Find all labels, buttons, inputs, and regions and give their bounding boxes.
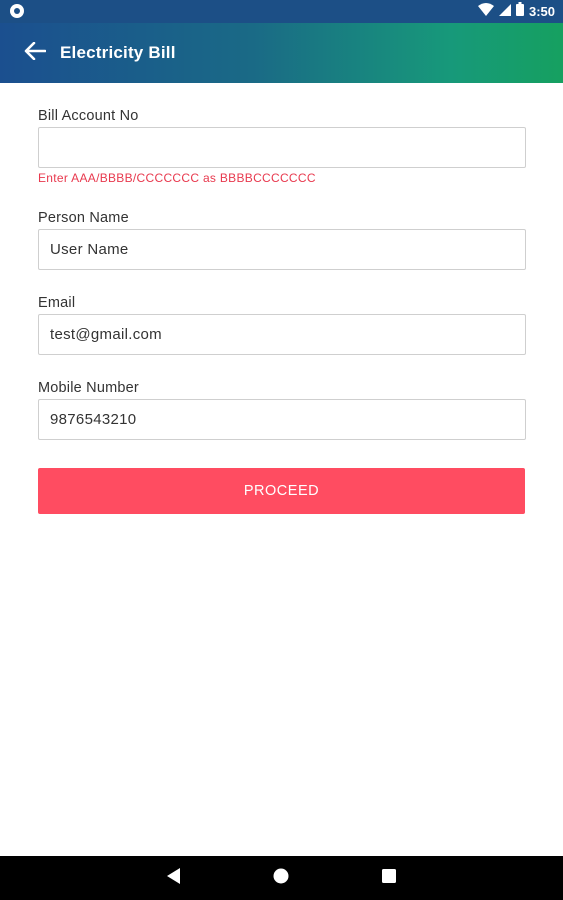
wifi-icon <box>477 2 494 21</box>
status-bar: 3:50 <box>0 0 563 23</box>
battery-icon <box>515 2 524 21</box>
home-circle-icon <box>273 868 289 889</box>
back-triangle-icon <box>166 867 181 889</box>
bill-account-group: Bill Account No Enter AAA/BBBB/CCCCCCC a… <box>38 108 526 185</box>
email-field[interactable] <box>38 314 526 355</box>
page-title: Electricity Bill <box>60 43 176 62</box>
nav-recents-button[interactable] <box>369 858 409 898</box>
arrow-left-icon <box>24 41 47 65</box>
email-label: Email <box>38 295 76 311</box>
bill-account-hint: Enter AAA/BBBB/CCCCCCC as BBBBCCCCCCC <box>38 171 316 185</box>
status-time: 3:50 <box>528 4 555 19</box>
app-bar: Electricity Bill <box>0 23 563 83</box>
person-name-group: Person Name <box>38 210 526 270</box>
bill-form: Bill Account No Enter AAA/BBBB/CCCCCCC a… <box>38 108 526 440</box>
person-name-input[interactable] <box>38 229 526 270</box>
system-nav-bar <box>0 856 563 900</box>
bill-account-label: Bill Account No <box>38 108 139 124</box>
signal-icon <box>498 3 511 21</box>
recents-square-icon <box>382 868 397 888</box>
person-name-label: Person Name <box>38 210 129 226</box>
notification-dot-icon <box>10 4 24 18</box>
mobile-group: Mobile Number <box>38 380 526 440</box>
proceed-button[interactable]: PROCEED <box>38 468 525 514</box>
mobile-label: Mobile Number <box>38 380 139 396</box>
bill-account-input[interactable] <box>38 127 526 168</box>
status-icons: 3:50 <box>477 0 555 23</box>
back-button[interactable] <box>10 23 60 83</box>
nav-back-button[interactable] <box>154 858 194 898</box>
email-group: Email <box>38 295 526 355</box>
mobile-number-input[interactable] <box>38 399 526 440</box>
nav-home-button[interactable] <box>261 858 301 898</box>
